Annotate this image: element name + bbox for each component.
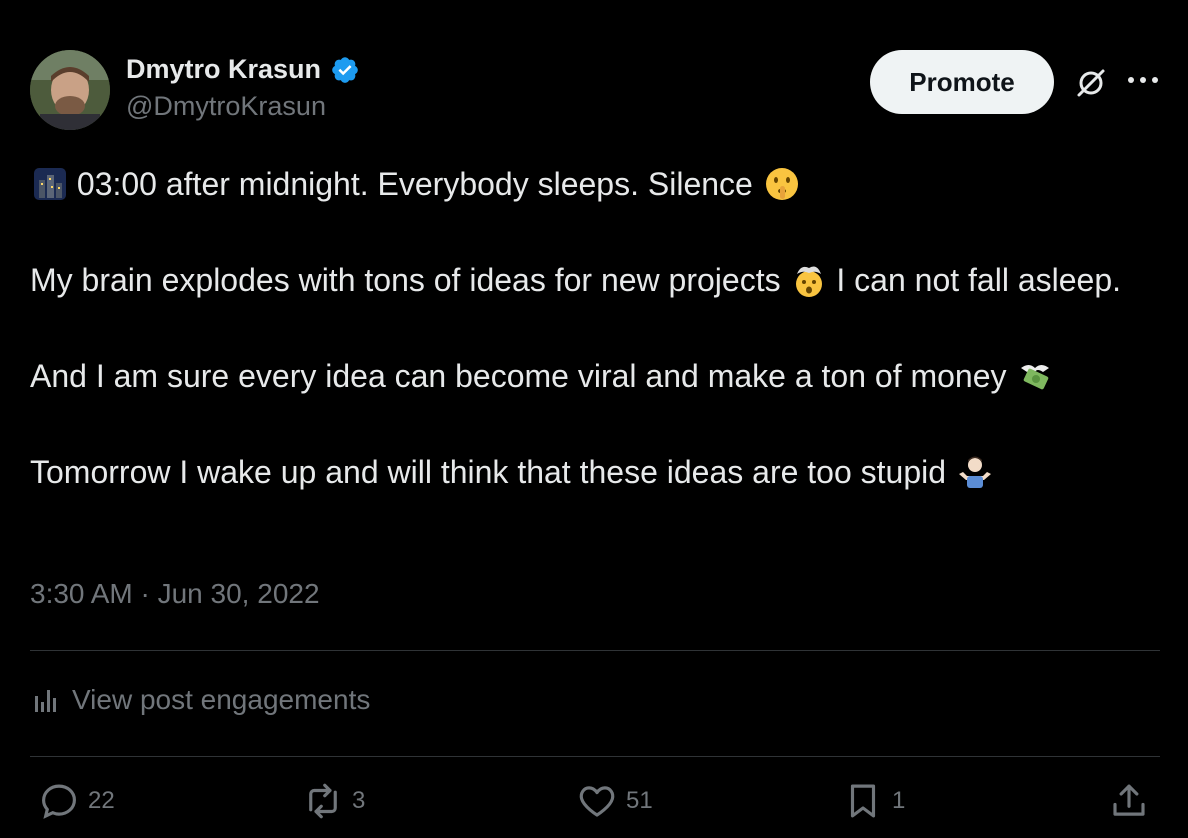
promote-button[interactable]: Promote bbox=[870, 50, 1054, 114]
post-paragraph-4-text: Tomorrow I wake up and will think that t… bbox=[30, 454, 947, 490]
bookmark-icon bbox=[850, 784, 876, 818]
post-paragraph: And I am sure every idea can become vira… bbox=[30, 352, 1160, 400]
analytics-icon bbox=[35, 690, 56, 712]
exploding-head-emoji bbox=[791, 262, 827, 298]
verified-badge-icon bbox=[331, 56, 358, 83]
handle[interactable]: @DmytroKrasun bbox=[126, 91, 360, 122]
post-paragraph: Tomorrow I wake up and will think that t… bbox=[30, 448, 1160, 496]
name-block: Dmytro Krasun @DmytroKrasun bbox=[126, 54, 360, 122]
share-button[interactable] bbox=[1108, 780, 1150, 822]
share-icon bbox=[1113, 784, 1145, 816]
bookmark-button[interactable]: 1 bbox=[842, 780, 905, 822]
post-paragraph: My brain explodes with tons of ideas for… bbox=[30, 256, 1160, 304]
view-post-engagements-label: View post engagements bbox=[72, 684, 371, 715]
action-bar: 22 3 51 1 bbox=[38, 780, 1150, 830]
post-text: 03:00 after midnight. Everybody sleeps. … bbox=[30, 160, 1160, 496]
avatar[interactable] bbox=[30, 50, 110, 130]
view-post-engagements[interactable]: View post engagements bbox=[30, 684, 370, 716]
divider bbox=[30, 756, 1160, 757]
reply-icon bbox=[42, 784, 76, 819]
repost-count: 3 bbox=[352, 787, 366, 814]
repost-icon bbox=[309, 783, 337, 819]
display-name[interactable]: Dmytro Krasun bbox=[126, 54, 321, 85]
post-paragraph-2-text-after: I can not fall asleep. bbox=[836, 262, 1121, 298]
more-icon[interactable] bbox=[1126, 70, 1160, 90]
post-paragraph-1-text: 03:00 after midnight. Everybody sleeps. … bbox=[76, 166, 753, 202]
heart-icon bbox=[579, 786, 615, 817]
bookmark-count: 1 bbox=[892, 787, 906, 814]
grok-icon[interactable] bbox=[1074, 66, 1108, 100]
post-paragraph-2-text-before: My brain explodes with tons of ideas for… bbox=[30, 262, 781, 298]
like-button[interactable]: 51 bbox=[576, 780, 653, 822]
post-timestamp[interactable]: 3:30 AM · Jun 30, 2022 bbox=[30, 578, 320, 610]
repost-button[interactable]: 3 bbox=[302, 780, 365, 822]
person-shrugging-emoji bbox=[957, 454, 993, 490]
post-paragraph-3-text: And I am sure every idea can become vira… bbox=[30, 358, 1007, 394]
reply-button[interactable]: 22 bbox=[38, 780, 115, 822]
post-paragraph: 03:00 after midnight. Everybody sleeps. … bbox=[30, 160, 1160, 208]
post-header: Dmytro Krasun @DmytroKrasun Promote bbox=[30, 50, 1160, 132]
divider bbox=[30, 650, 1160, 651]
shushing-face-emoji bbox=[764, 166, 800, 202]
reply-count: 22 bbox=[88, 787, 115, 814]
money-with-wings-emoji bbox=[1017, 358, 1053, 394]
like-count: 51 bbox=[626, 787, 653, 814]
night-city-emoji bbox=[32, 166, 68, 202]
